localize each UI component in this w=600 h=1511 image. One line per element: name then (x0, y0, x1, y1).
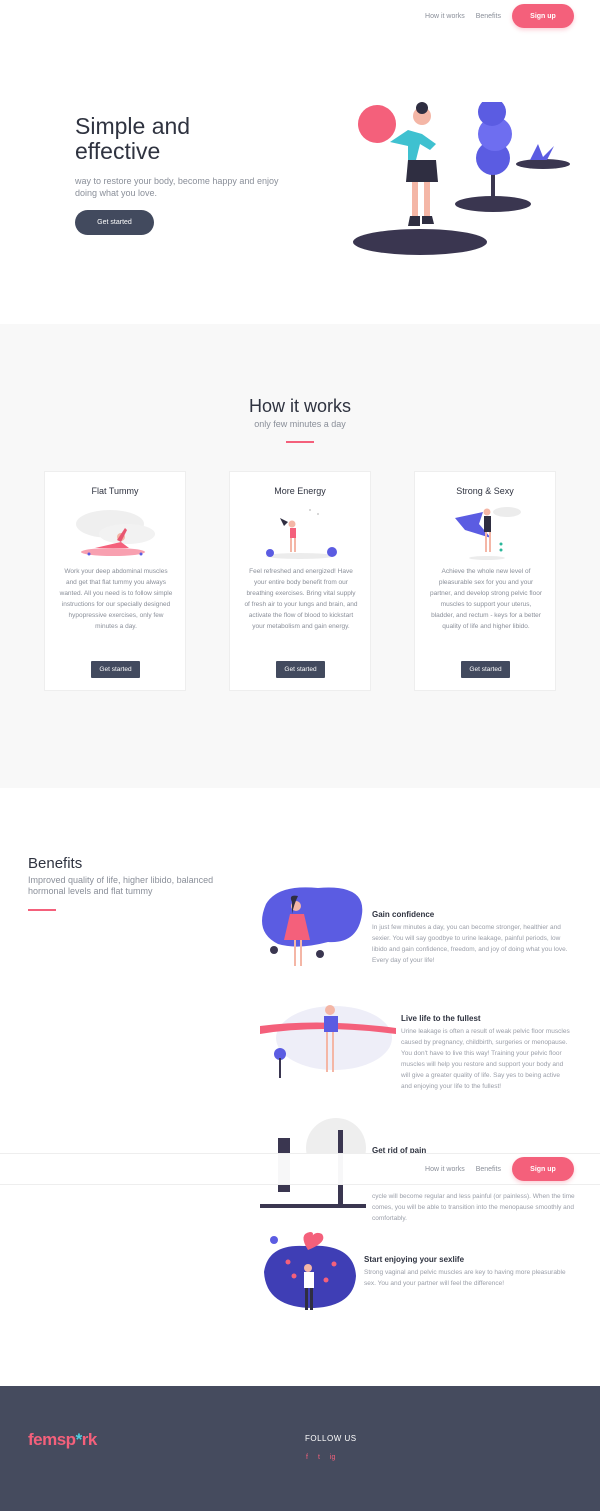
hero-title: Simple and effective (75, 113, 191, 164)
benefits-section: Benefits Improved quality of life, highe… (0, 788, 600, 1386)
hero-subtitle: way to restore your body, become happy a… (75, 176, 279, 198)
card-text: Achieve the whole new level of pleasurab… (429, 568, 542, 630)
nav-link-benefits[interactable]: Benefits (476, 13, 501, 20)
signup-button[interactable]: Sign up (512, 1157, 574, 1181)
benefits-title: Benefits (28, 855, 83, 872)
social-links: f t ig (306, 1454, 335, 1461)
how-title: How it works (248, 396, 351, 416)
instagram-icon[interactable]: ig (330, 1454, 335, 1461)
card-get-started-button[interactable]: Get started (461, 661, 510, 678)
twitter-icon[interactable]: t (318, 1454, 320, 1461)
hero-section: Simple and effective way to restore your… (0, 32, 600, 324)
benefit-text: Strong vaginal and pelvic muscles are ke… (364, 1269, 566, 1287)
nav-link-benefits[interactable]: Benefits (476, 1166, 501, 1173)
benefit-text: In just few minutes a day, you can becom… (372, 924, 568, 964)
follow-us-label: FOLLOW US (305, 1434, 357, 1443)
signup-button[interactable]: Sign up (512, 4, 574, 28)
card-flat-tummy: Flat Tummy Work your deep abdominal musc… (44, 471, 186, 691)
sticky-nav: How it works Benefits Sign up (0, 1153, 600, 1185)
running-illustration (266, 509, 337, 559)
hearts-illustration (264, 1232, 356, 1310)
yoga-illustration (76, 510, 155, 556)
nav-link-how-it-works[interactable]: How it works (425, 1166, 465, 1173)
femspark-logo[interactable]: femsp*rk (28, 1430, 97, 1450)
card-get-started-button[interactable]: Get started (276, 661, 325, 678)
benefit-text: Urine leakage is often a result of weak … (401, 1028, 570, 1090)
benefit-title: Live life to the fullest (401, 1014, 481, 1023)
how-it-works-section: How it works only few minutes a day Flat… (0, 324, 600, 788)
top-nav: How it works Benefits Sign up (0, 0, 600, 32)
facebook-icon[interactable]: f (306, 1454, 308, 1461)
card-title: More Energy (274, 486, 326, 496)
benefit-text: cycle will become regular and less painf… (372, 1193, 575, 1222)
benefit-title: Gain confidence (372, 910, 435, 919)
nav-link-how-it-works[interactable]: How it works (425, 13, 465, 20)
card-title: Flat Tummy (91, 486, 139, 496)
section-divider (286, 441, 314, 443)
benefit-title: Start enjoying your sexlife (364, 1255, 465, 1264)
section-divider (28, 909, 56, 911)
card-text: Work your deep abdominal muscles and get… (59, 568, 173, 630)
benefits-intro: Improved quality of life, higher libido,… (28, 875, 214, 896)
card-text: Feel refreshed and energized! Have your … (244, 568, 358, 630)
footer: femsp*rk FOLLOW US f t ig (0, 1386, 600, 1511)
confidence-illustration (262, 887, 363, 966)
card-more-energy: More Energy Feel refreshed and energized… (229, 471, 371, 691)
finish-line-illustration (260, 1005, 396, 1078)
hero-illustration (353, 102, 570, 255)
how-subtitle: only few minutes a day (254, 419, 346, 429)
card-title: Strong & Sexy (456, 486, 514, 496)
hero-get-started-button[interactable]: Get started (75, 210, 154, 235)
card-get-started-button[interactable]: Get started (91, 661, 140, 678)
card-strong-sexy: Strong & Sexy Achieve the whole new leve… (414, 471, 556, 691)
superhero-illustration (455, 507, 521, 560)
